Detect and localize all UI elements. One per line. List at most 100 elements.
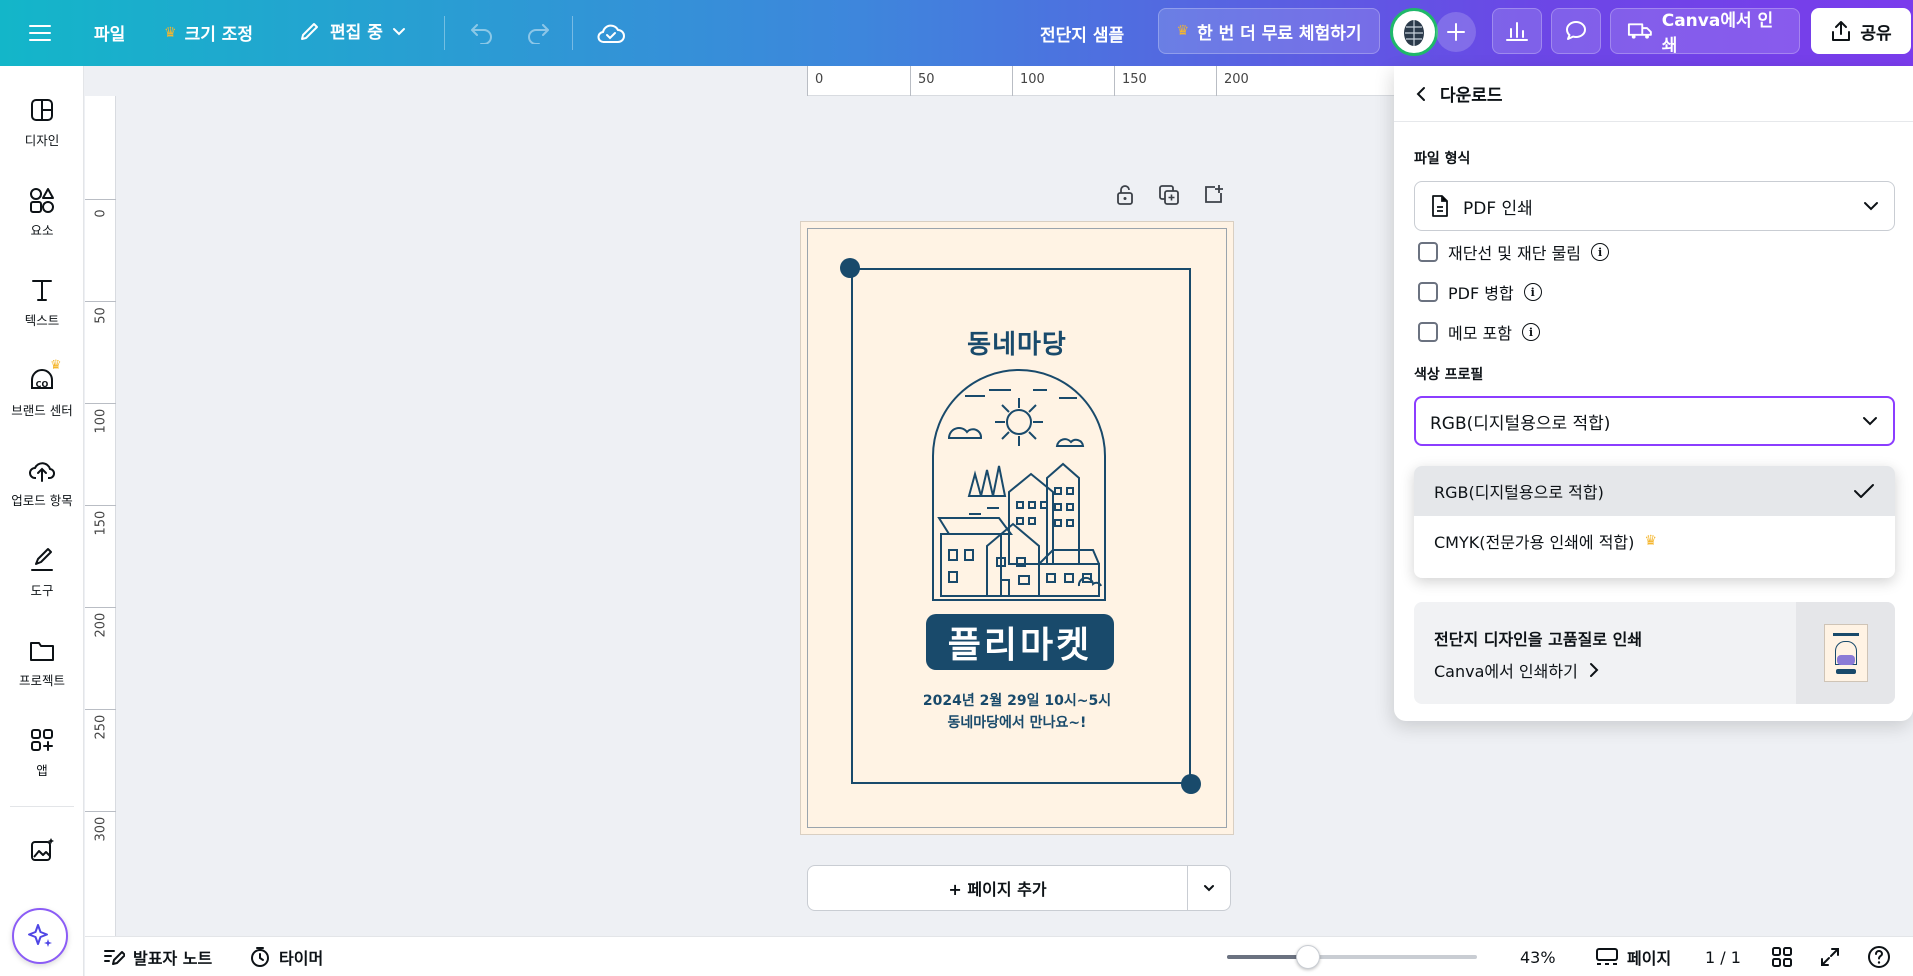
elements-icon (30, 188, 54, 213)
grid-view-button[interactable] (1771, 937, 1793, 976)
ruler-label: 300 (93, 816, 109, 842)
presenter-notes-button[interactable]: 발표자 노트 (103, 937, 212, 976)
timer-label: 타이머 (279, 949, 324, 968)
info-icon[interactable]: i (1521, 323, 1540, 341)
design-page[interactable]: 동네마당 플리마켓 2024년 2월 29일 10시~5시 동네마당에서 만나요… (801, 222, 1233, 834)
chevron-right-icon (1589, 663, 1599, 677)
svg-text:CO: CO (36, 380, 49, 389)
ruler-tick (1012, 66, 1013, 96)
ruler-tick (85, 199, 116, 200)
apps-icon (31, 729, 53, 751)
document-title[interactable]: 전단지 샘플 (1040, 21, 1124, 46)
zoom-percent[interactable]: 43% (1520, 937, 1556, 976)
zoom-slider[interactable] (1227, 945, 1477, 969)
lock-icon[interactable] (1114, 184, 1136, 206)
ruler-label: 150 (93, 510, 109, 536)
zoom-slider-handle[interactable] (1295, 945, 1320, 969)
comments-button[interactable] (1551, 8, 1601, 54)
sidebar-item-label: 브랜드 센터 (11, 403, 73, 418)
fullscreen-button[interactable] (1819, 937, 1841, 976)
print-with-canva-button[interactable]: Canva에서 인쇄 (1610, 8, 1800, 56)
crown-icon: ♛ (50, 358, 62, 373)
cloud-check-icon (597, 24, 625, 43)
include-notes-checkbox[interactable] (1418, 322, 1438, 342)
sidebar-divider (10, 806, 74, 807)
sidebar-item-label: 프로젝트 (18, 673, 65, 688)
add-page-button[interactable]: + 페이지 추가 (808, 866, 1188, 910)
back-chevron-icon[interactable] (1414, 86, 1428, 102)
frame-dot (840, 258, 860, 278)
timer-icon (251, 947, 269, 967)
share-button[interactable]: 공유 (1811, 8, 1911, 54)
color-profile-option-rgb[interactable]: RGB(디지털용으로 적합) (1414, 466, 1895, 516)
insights-button[interactable] (1492, 8, 1542, 54)
file-type-label: 파일 형식 (1414, 151, 1471, 167)
village-illustration[interactable] (929, 368, 1109, 602)
download-panel-title: 다운로드 (1440, 86, 1503, 106)
color-profile-dropdown: RGB(디지털용으로 적합) CMYK(전문가용 인쇄에 적합) ♛ (1414, 466, 1895, 578)
ruler-tick (910, 66, 911, 96)
sidebar-item-label: 요소 (30, 223, 54, 238)
file-type-select[interactable]: PDF 인쇄 (1414, 181, 1895, 231)
invite-button[interactable] (1436, 12, 1476, 52)
include-notes-option: 메모 포함 i (1418, 320, 1540, 344)
sidebar-item-projects[interactable]: 프로젝트 (0, 636, 84, 689)
poster-date[interactable]: 2024년 2월 29일 10시~5시 (801, 690, 1233, 710)
sidebar-item-uploads[interactable]: 업로드 항목 (0, 456, 84, 509)
menu-icon[interactable] (26, 20, 54, 46)
ruler-tick (85, 505, 116, 506)
poster-thumbnail (1823, 624, 1868, 682)
design-icon (31, 99, 53, 121)
text-icon (32, 280, 52, 301)
info-icon[interactable]: i (1591, 243, 1610, 261)
info-icon[interactable]: i (1523, 283, 1542, 301)
magic-assistant-button[interactable] (12, 908, 68, 964)
ruler-horizontal: 0 50 100 150 200 (807, 66, 1397, 96)
poster-headline[interactable]: 플리마켓 (926, 614, 1114, 670)
cloud-save-button[interactable] (594, 16, 628, 50)
sidebar-item-brand[interactable]: ♛ CO 브랜드 센터 (0, 358, 84, 419)
ruler-tick (1216, 66, 1217, 96)
flatten-pdf-option: PDF 병합 i (1418, 280, 1542, 304)
add-page-options-button[interactable] (1188, 866, 1230, 910)
color-profile-select[interactable]: RGB(디지털용으로 적합) (1414, 396, 1895, 446)
ruler-tick (85, 607, 116, 608)
poster-place[interactable]: 동네마당에서 만나요~! (801, 712, 1233, 732)
sidebar-item-text[interactable]: 텍스트 (0, 276, 84, 329)
print-promo-card[interactable]: 전단지 디자인을 고품질로 인쇄 Canva에서 인쇄하기 (1414, 602, 1895, 704)
sidebar-item-design[interactable]: 디자인 (0, 96, 84, 149)
pages-button[interactable]: 페이지 (1595, 937, 1671, 976)
pinecone-avatar-icon (1404, 20, 1424, 46)
sidebar-item-magic-media[interactable] (0, 836, 84, 864)
sidebar-item-label: 업로드 항목 (11, 493, 73, 508)
sidebar-item-apps[interactable]: 앱 (0, 726, 84, 779)
undo-button[interactable] (466, 17, 498, 49)
file-menu[interactable]: 파일 (94, 20, 125, 45)
resize-button[interactable]: ♛ 크기 조정 (164, 20, 254, 46)
editing-mode-button[interactable]: 편집 중 (298, 18, 407, 43)
poster-title[interactable]: 동네마당 (801, 324, 1233, 361)
add-page-icon[interactable] (1202, 184, 1224, 206)
promo-title: 전단지 디자인을 고품질로 인쇄 (1434, 630, 1643, 649)
duplicate-page-icon[interactable] (1158, 184, 1180, 206)
timer-button[interactable]: 타이머 (249, 937, 323, 976)
crop-marks-checkbox[interactable] (1418, 242, 1438, 262)
frame-dot (1181, 774, 1201, 794)
sidebar-item-tools[interactable]: 도구 (0, 546, 84, 599)
sidebar-item-elements[interactable]: 요소 (0, 186, 84, 239)
add-page-label: + 페이지 추가 (948, 880, 1047, 899)
resize-label: 크기 조정 (184, 25, 254, 45)
option-label: RGB(디지털용으로 적합) (1434, 483, 1604, 502)
avatar[interactable] (1390, 8, 1438, 56)
share-upload-icon (1832, 21, 1851, 41)
ruler-label: 100 (1020, 72, 1045, 87)
promo-thumbnail (1796, 602, 1895, 704)
ruler-tick (1114, 66, 1115, 96)
promo-link[interactable]: Canva에서 인쇄하기 (1434, 658, 1600, 682)
flatten-pdf-checkbox[interactable] (1418, 282, 1438, 302)
help-button[interactable] (1867, 937, 1891, 976)
color-profile-option-cmyk[interactable]: CMYK(전문가용 인쇄에 적합) ♛ (1414, 516, 1895, 566)
free-trial-button[interactable]: ♛ 한 번 더 무료 체험하기 (1158, 8, 1380, 54)
draw-icon (31, 548, 53, 571)
redo-button[interactable] (522, 17, 554, 49)
